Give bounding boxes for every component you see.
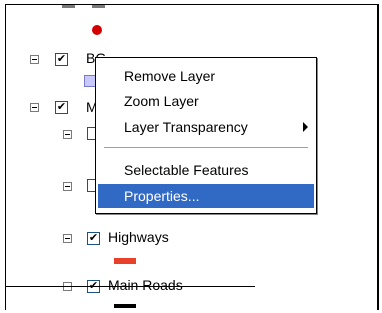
collapse-highways-icon[interactable]: [63, 234, 72, 243]
menu-item-properties[interactable]: Properties...: [98, 184, 314, 208]
collapse-m-icon[interactable]: [30, 103, 39, 112]
context-menu: Remove Layer Zoom Layer Layer Transparen…: [95, 57, 317, 214]
main-roads-line-symbol-icon: [114, 304, 136, 308]
top-row-stub-right: [92, 5, 105, 8]
highways-line-symbol-icon: [114, 258, 136, 264]
point-symbol-icon: [92, 25, 102, 35]
bg-checkbox[interactable]: ✔: [55, 53, 68, 66]
menu-separator: [104, 147, 308, 148]
menu-item-zoom-layer[interactable]: Zoom Layer: [98, 89, 314, 113]
m-checkbox[interactable]: ✔: [55, 101, 68, 114]
collapse-bg-icon[interactable]: [30, 55, 39, 64]
highways-checkbox[interactable]: ✔: [87, 232, 100, 245]
menu-item-selectable-features[interactable]: Selectable Features: [98, 158, 314, 182]
menu-item-remove-layer[interactable]: Remove Layer: [98, 64, 314, 88]
submenu-arrow-icon: [303, 122, 308, 132]
menu-item-layer-transparency-label: Layer Transparency: [124, 119, 248, 135]
panel-bottom-border: [5, 286, 255, 287]
collapse-child-2-icon[interactable]: [63, 182, 72, 191]
layer-label-highways[interactable]: Highways: [108, 229, 169, 245]
collapse-child-1-icon[interactable]: [63, 130, 72, 139]
top-row-stub-left: [62, 5, 75, 8]
layer-label-main-roads[interactable]: Main Roads: [108, 277, 183, 293]
menu-item-layer-transparency[interactable]: Layer Transparency: [98, 115, 314, 139]
